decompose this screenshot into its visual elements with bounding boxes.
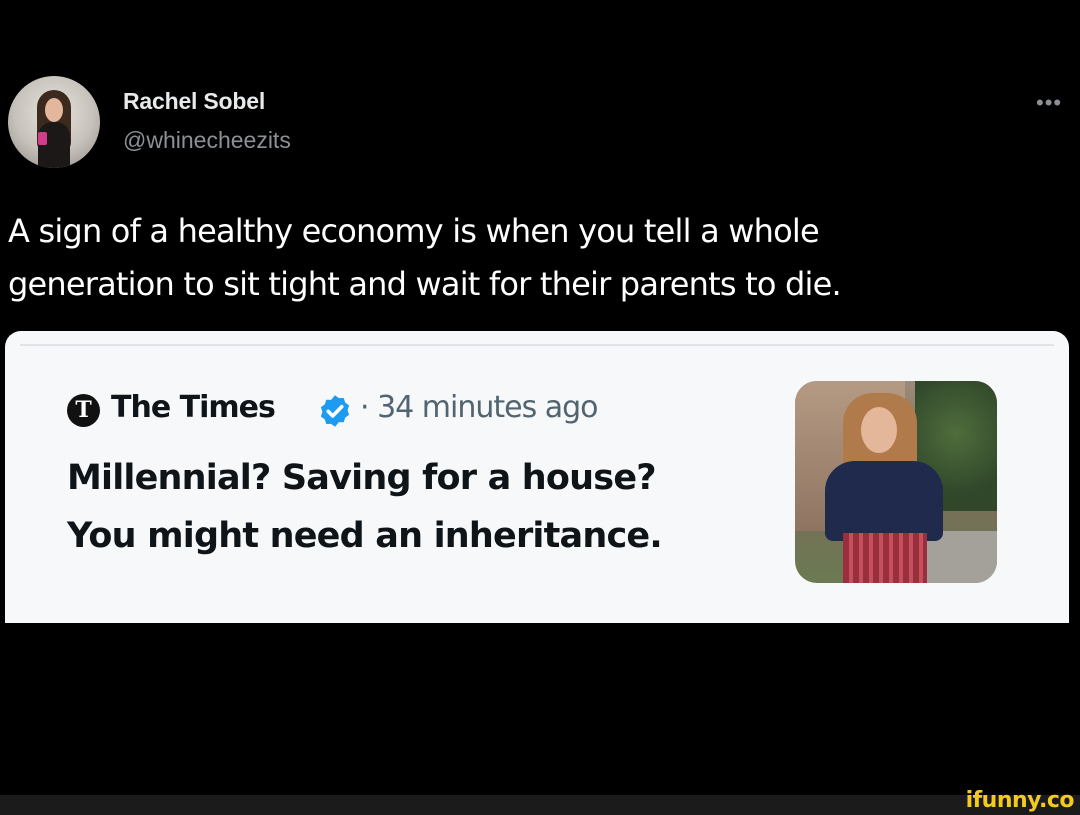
the-times-logo-icon: T [67, 394, 100, 427]
ifunny-watermark: ifunny.co [965, 788, 1075, 813]
headline-line: Millennial? Saving for a house? [67, 458, 657, 498]
card-divider [20, 344, 1054, 346]
author-name[interactable]: Rachel Sobel [123, 88, 265, 115]
quoted-tweet-card[interactable]: T The Times · 34 minutes ago Millennial?… [5, 331, 1069, 623]
avatar-cup [38, 132, 47, 145]
watermark-bar [0, 795, 1080, 815]
thumbnail-shirt [825, 461, 943, 541]
avatar[interactable] [8, 76, 100, 168]
verified-badge-icon [320, 395, 350, 427]
avatar-body [38, 122, 70, 168]
thumbnail-skirt [843, 533, 927, 583]
article-thumbnail[interactable] [795, 381, 997, 583]
avatar-face [45, 98, 63, 122]
tweet-text-line: A sign of a healthy economy is when you … [8, 212, 820, 250]
author-handle[interactable]: @whinecheezits [123, 127, 291, 154]
quoted-timestamp: · 34 minutes ago [360, 390, 599, 425]
more-horizontal-icon[interactable]: ••• [1036, 90, 1062, 116]
tweet-text-line: generation to sit tight and wait for the… [8, 265, 842, 303]
tweet-text: A sign of a healthy economy is when you … [8, 205, 1068, 311]
headline-line: You might need an inheritance. [67, 516, 663, 556]
thumbnail-face [861, 407, 897, 453]
quoted-headline: Millennial? Saving for a house? You migh… [67, 449, 767, 565]
quoted-source-name[interactable]: The Times [111, 390, 276, 425]
